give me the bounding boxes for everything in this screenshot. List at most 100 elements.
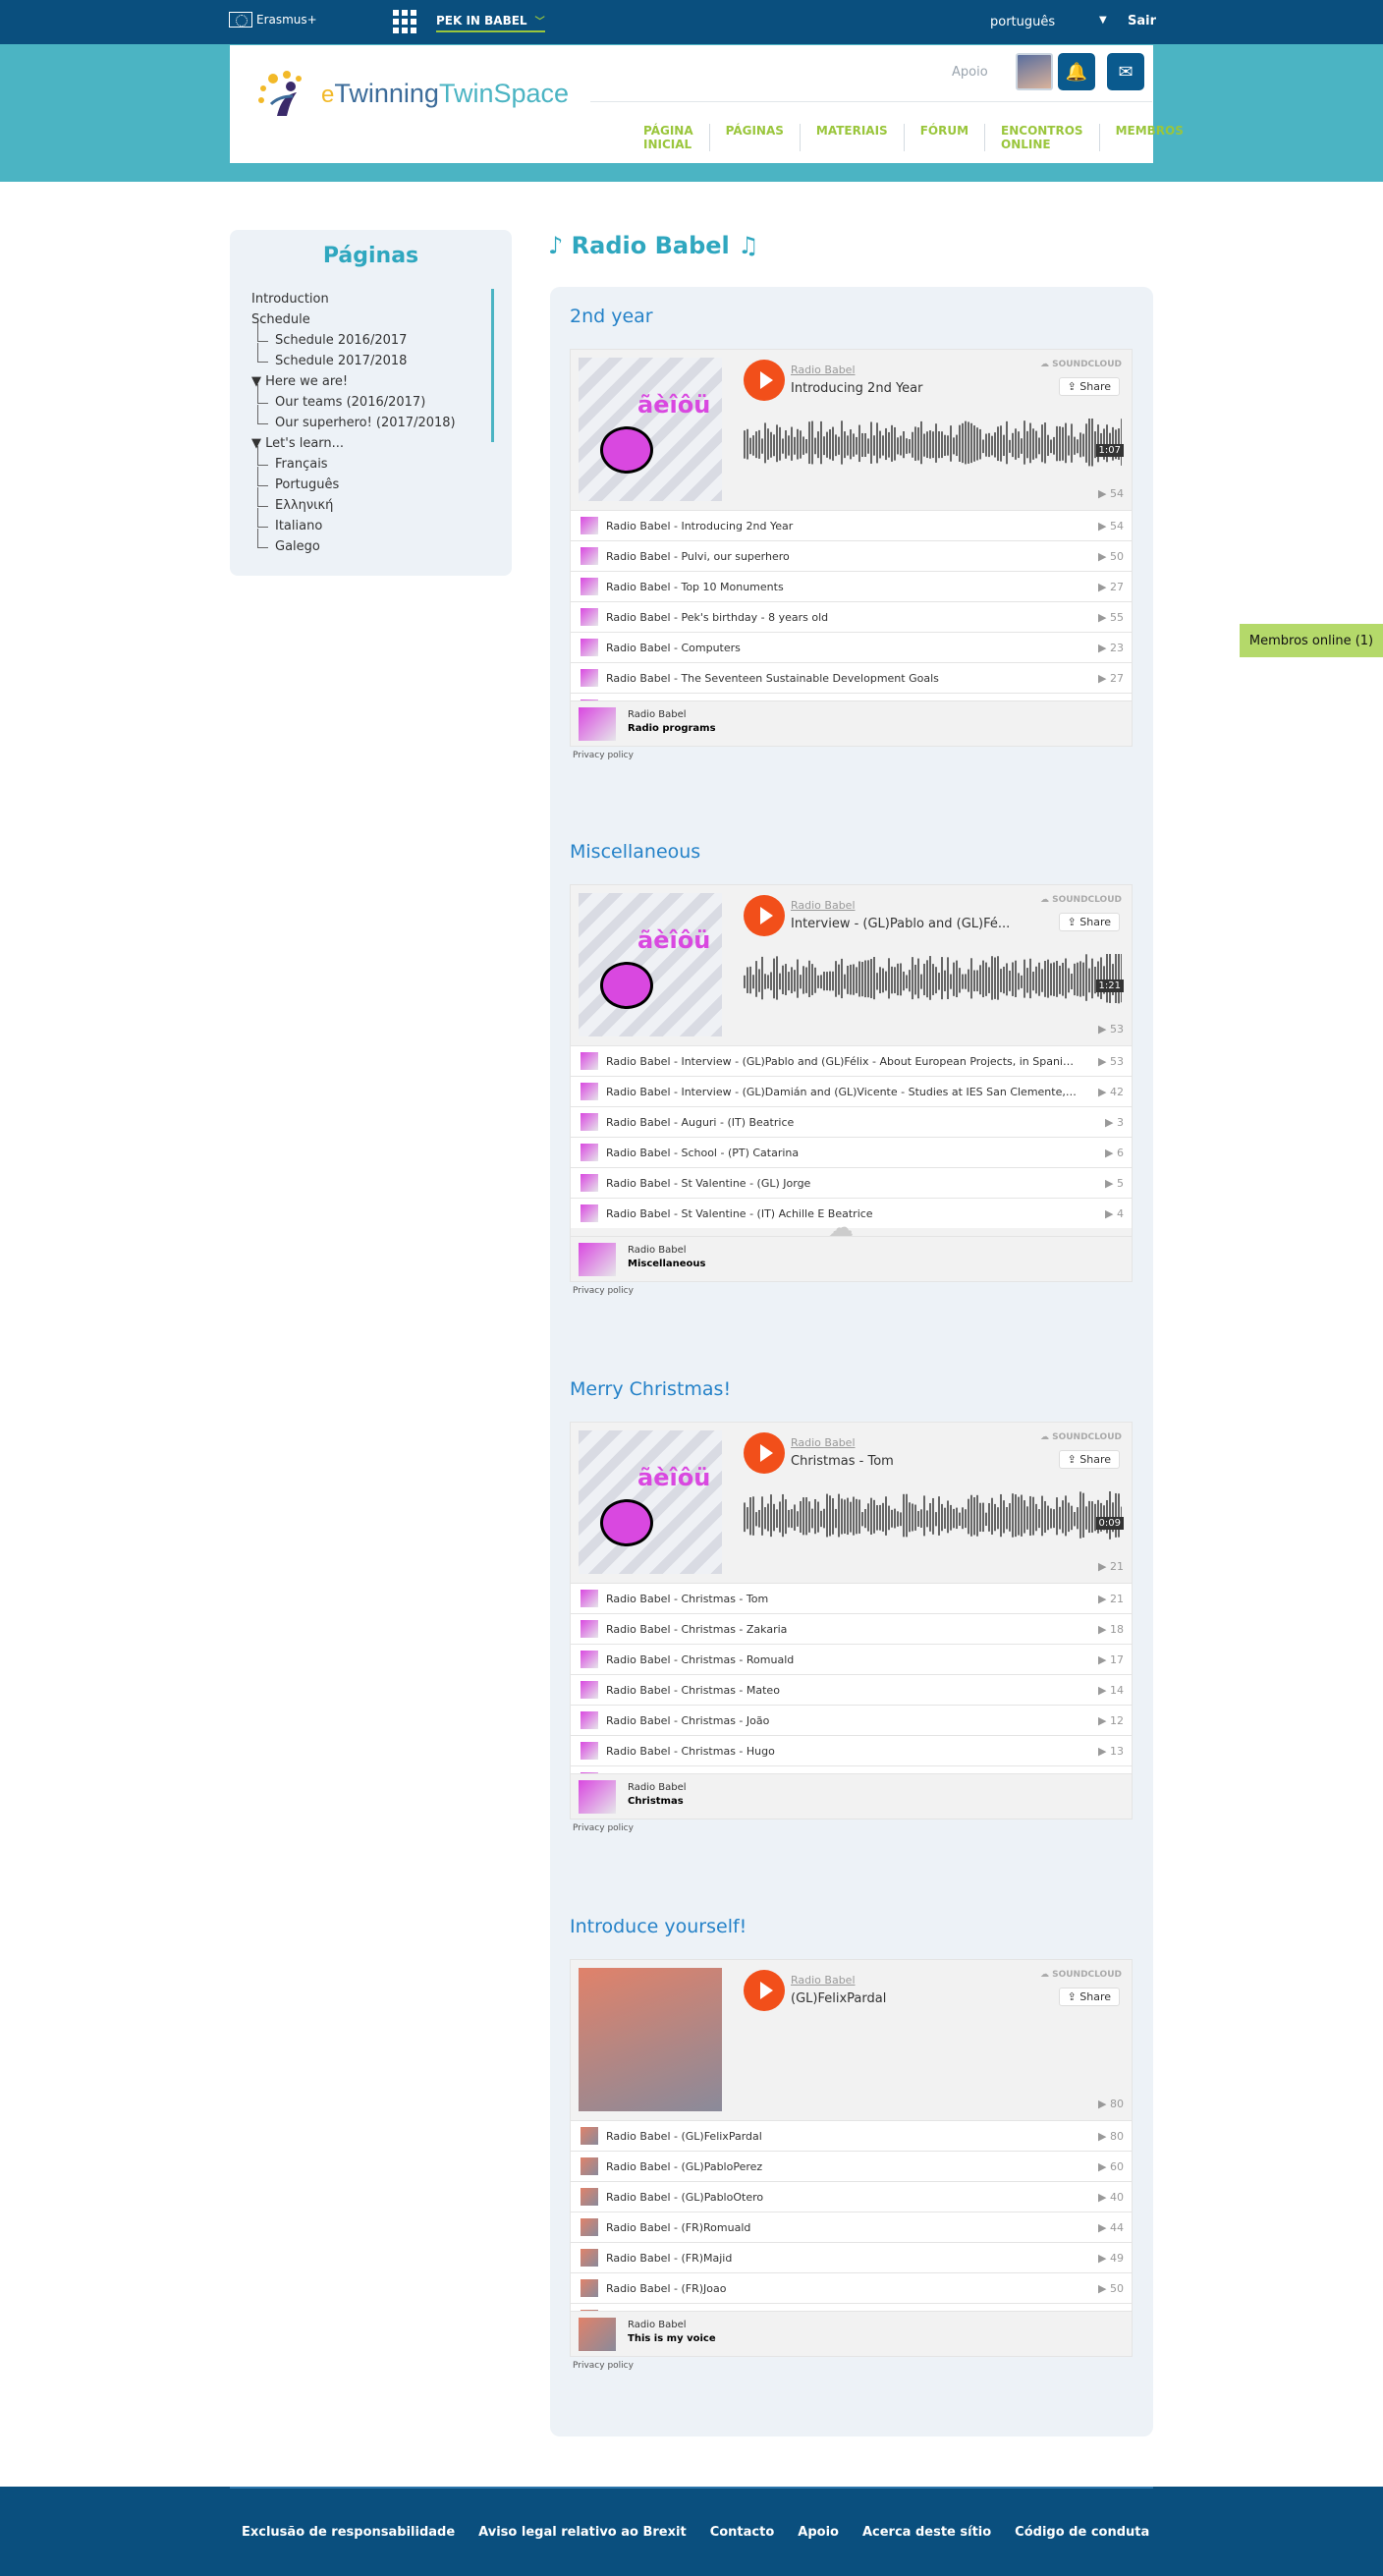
soundcloud-player[interactable]: ãèîôü Radio Babel Introducing 2nd Year ☁ SO… <box>570 349 1133 747</box>
sidebar-item-our-superhero[interactable]: Our superhero! (2017/2018) <box>251 405 456 433</box>
etwinning-logo-text[interactable]: eTwinningTwinSpace <box>321 79 569 109</box>
privacy-policy-link[interactable]: Privacy policy <box>573 2361 634 2371</box>
track-row[interactable]: Radio Babel - Christmas - Hugo ▶ 13 <box>571 1735 1132 1765</box>
track-row[interactable]: Radio Babel - (GL)FelixPardal ▶ 80 <box>571 2120 1132 2151</box>
track-title[interactable]: (GL)FelixPardal <box>791 1991 1017 2006</box>
footer-link-code-of-conduct[interactable]: Código de conduta <box>1015 2525 1149 2540</box>
online-members-button[interactable]: Membros online (1) <box>1240 624 1383 657</box>
soundcloud-logo[interactable]: ☁ SOUNDCLOUD <box>1040 895 1122 905</box>
cover-art[interactable]: ãèîôü <box>579 893 722 1036</box>
share-button[interactable]: ⇪ Share <box>1058 1988 1120 2006</box>
sidebar-scrollbar[interactable] <box>491 289 494 442</box>
nav-members[interactable]: MEMBROS <box>1098 124 1199 151</box>
track-row[interactable]: Radio Babel - Top 10 Monuments ▶ 27 <box>571 571 1132 601</box>
sidebar-item-lets-learn[interactable]: ▼ Let's learn... <box>251 433 456 454</box>
sidebar-item-here-we-are[interactable]: ▼ Here we are! <box>251 371 456 392</box>
play-button[interactable] <box>744 1970 785 2011</box>
soundcloud-logo[interactable]: ☁ SOUNDCLOUD <box>1040 1970 1122 1980</box>
track-row[interactable]: Radio Babel - School - (PT) Catarina ▶ 6 <box>571 1137 1132 1167</box>
language-select[interactable]: português <box>990 15 1055 29</box>
cover-art[interactable]: ãèîôü <box>579 1430 722 1574</box>
erasmus-logo[interactable]: Erasmus+ <box>229 12 317 28</box>
track-row[interactable]: Radio Babel - (GL)PabloOtero ▶ 40 <box>571 2181 1132 2212</box>
waveform[interactable] <box>744 954 1122 1011</box>
nav-materials[interactable]: MATERIAIS <box>799 124 904 151</box>
share-button[interactable]: ⇪ Share <box>1058 1450 1120 1469</box>
sidebar-item-schedule[interactable]: Schedule <box>251 309 456 330</box>
nav-forum[interactable]: FÓRUM <box>903 124 984 151</box>
mail-icon[interactable]: ✉ <box>1107 53 1144 90</box>
playlist-footer[interactable]: Radio Babel Radio programs <box>571 700 1132 746</box>
track-row[interactable]: Radio Babel - Introducing 2nd Year ▶ 54 <box>571 510 1132 540</box>
track-row[interactable]: Radio Babel - Pulvi, our superhero ▶ 50 <box>571 540 1132 571</box>
soundcloud-logo[interactable]: ☁ SOUNDCLOUD <box>1040 360 1122 369</box>
track-row[interactable]: Radio Babel - Christmas - Zakaria ▶ 18 <box>571 1613 1132 1644</box>
logout-link[interactable]: Sair <box>1128 14 1156 28</box>
sidebar-item-portugues[interactable]: Português <box>251 467 456 495</box>
track-row[interactable]: Radio Babel - Christmas - Tom ▶ 21 <box>571 1583 1132 1613</box>
playlist-footer[interactable]: Radio Babel Christmas <box>571 1773 1132 1819</box>
sidebar-item-our-teams[interactable]: Our teams (2016/2017) <box>251 384 456 413</box>
sidebar-item-introduction[interactable]: Introduction <box>251 289 456 309</box>
soundcloud-logo[interactable]: ☁ SOUNDCLOUD <box>1040 1432 1122 1442</box>
footer-link-contact[interactable]: Contacto <box>710 2525 775 2540</box>
track-row[interactable]: Radio Babel - The Seventeen Sustainable … <box>571 662 1132 693</box>
nav-pages[interactable]: PÁGINAS <box>708 124 800 151</box>
soundcloud-player[interactable]: Radio Babel (GL)FelixPardal ☁ SOUNDCLOUD ⇪ … <box>570 1959 1133 2357</box>
sidebar-item-galego[interactable]: Galego <box>251 529 456 557</box>
artist-link[interactable]: Radio Babel <box>791 364 856 376</box>
soundcloud-player[interactable]: ãèîôü Radio Babel Christmas - Tom ☁ SOUNDCL… <box>570 1422 1133 1820</box>
track-row[interactable]: Radio Babel - (GL)PabloPerez ▶ 60 <box>571 2151 1132 2181</box>
sidebar-item-italiano[interactable]: Italiano <box>251 508 456 536</box>
playlist-footer[interactable]: Radio Babel Miscellaneous <box>571 1236 1132 1281</box>
play-button[interactable] <box>744 1432 785 1474</box>
track-row[interactable]: Radio Babel - (FR)Majid ▶ 49 <box>571 2242 1132 2272</box>
track-row[interactable]: Radio Babel - (FR)Joao ▶ 50 <box>571 2272 1132 2303</box>
sidebar-item-greek[interactable]: Ελληνική <box>251 487 456 516</box>
footer-link-disclaimer[interactable]: Exclusão de responsabilidade <box>242 2525 455 2540</box>
artist-link[interactable]: Radio Babel <box>791 1974 856 1987</box>
sidebar-item-schedule-2017[interactable]: Schedule 2017/2018 <box>251 343 456 371</box>
track-row[interactable]: Radio Babel - (FR)Romuald ▶ 44 <box>571 2212 1132 2242</box>
bell-icon[interactable]: 🔔 <box>1058 53 1095 90</box>
cover-art[interactable]: ãèîôü <box>579 358 722 501</box>
track-row[interactable]: Radio Babel - Interview - (GL)Damián and… <box>571 1076 1132 1106</box>
apps-grid-icon[interactable] <box>393 10 416 33</box>
sidebar-item-schedule-2016[interactable]: Schedule 2016/2017 <box>251 322 456 351</box>
track-title[interactable]: Introducing 2nd Year <box>791 381 1017 396</box>
track-title[interactable]: Interview - (GL)Pablo and (GL)Fé... <box>791 917 1017 931</box>
track-row[interactable]: Radio Babel - Pek's birthday - 8 years o… <box>571 601 1132 632</box>
share-button[interactable]: ⇪ Share <box>1058 913 1120 931</box>
track-row[interactable]: Radio Babel - St Valentine - (GL) Jorge ▶… <box>571 1167 1132 1198</box>
track-row[interactable]: Radio Babel - Interview - (GL)Pablo and … <box>571 1045 1132 1076</box>
track-row[interactable]: Radio Babel - Christmas - Romuald ▶ 17 <box>571 1644 1132 1674</box>
privacy-policy-link[interactable]: Privacy policy <box>573 1286 634 1296</box>
waveform[interactable] <box>744 1491 1122 1548</box>
track-title[interactable]: Christmas - Tom <box>791 1454 1017 1469</box>
cover-art[interactable] <box>579 1968 722 2111</box>
share-button[interactable]: ⇪ Share <box>1058 377 1120 396</box>
nav-online-meetings[interactable]: ENCONTROS ONLINE <box>984 124 1099 151</box>
footer-link-about[interactable]: Acerca deste sítio <box>862 2525 991 2540</box>
track-row[interactable]: Radio Babel - Christmas - Mateo ▶ 14 <box>571 1674 1132 1705</box>
user-avatar[interactable] <box>1016 53 1053 90</box>
caret-down-icon[interactable]: ▼ <box>1099 15 1107 26</box>
track-row[interactable]: Radio Babel - Computers ▶ 23 <box>571 632 1132 662</box>
track-row[interactable]: Radio Babel - Auguri - (IT) Beatrice ▶ 3 <box>571 1106 1132 1137</box>
footer-link-support[interactable]: Apoio <box>798 2525 839 2540</box>
privacy-policy-link[interactable]: Privacy policy <box>573 751 634 760</box>
track-row[interactable]: Radio Babel - Christmas - João ▶ 12 <box>571 1705 1132 1735</box>
play-button[interactable] <box>744 360 785 401</box>
project-selector[interactable]: PEK IN BABEL ﹀ <box>436 13 545 32</box>
support-link[interactable]: Apoio <box>952 65 988 80</box>
privacy-policy-link[interactable]: Privacy policy <box>573 1823 634 1833</box>
etwinning-logo-icon[interactable] <box>253 65 316 120</box>
soundcloud-player[interactable]: ãèîôü Radio Babel Interview - (GL)Pablo an… <box>570 884 1133 1282</box>
footer-link-brexit[interactable]: Aviso legal relativo ao Brexit <box>478 2525 687 2540</box>
play-button[interactable] <box>744 895 785 936</box>
waveform[interactable] <box>744 419 1122 476</box>
artist-link[interactable]: Radio Babel <box>791 899 856 912</box>
playlist-footer[interactable]: Radio Babel This is my voice <box>571 2311 1132 2356</box>
artist-link[interactable]: Radio Babel <box>791 1436 856 1449</box>
nav-home[interactable]: PÁGINA INICIAL <box>628 124 709 151</box>
